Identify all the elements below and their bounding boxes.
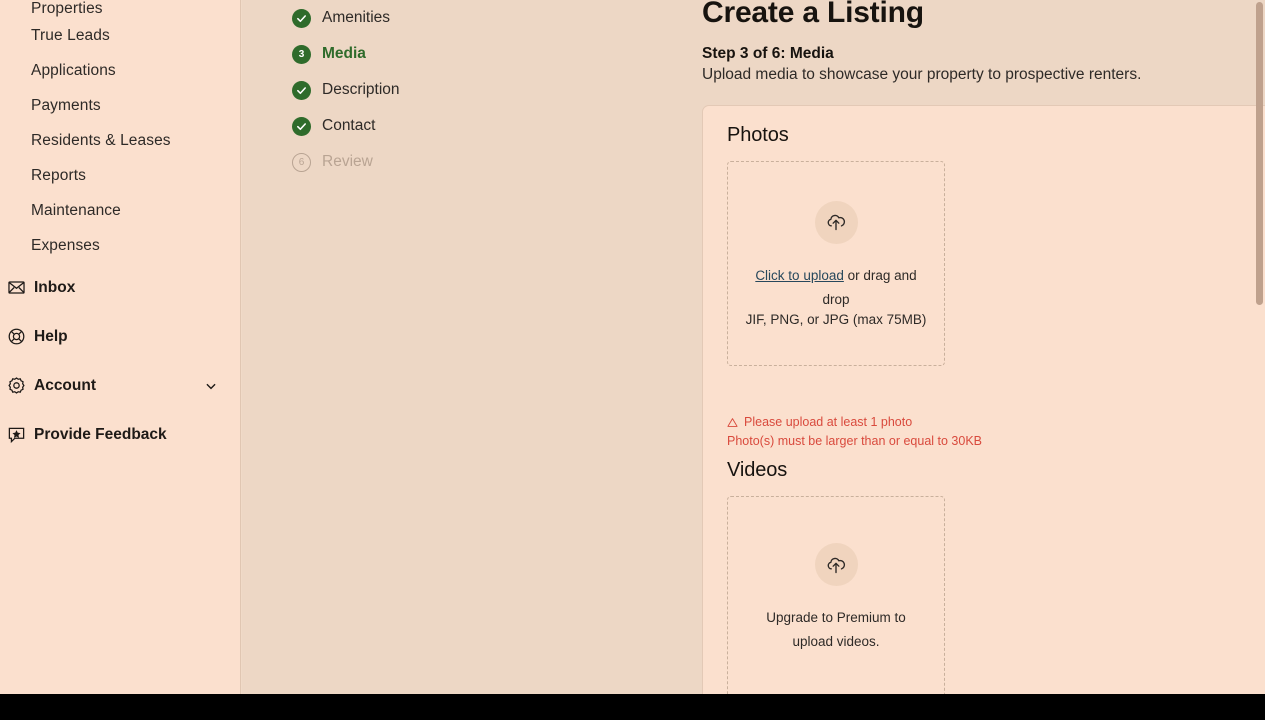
sidebar-item-inbox[interactable]: Inbox [0,263,240,312]
dropzone-instruction: Click to upload or drag and drop [749,264,924,312]
sidebar-item-label: Inbox [34,278,76,296]
step-label: Amenities [322,9,391,26]
page-title: Create a Listing [702,0,924,29]
step-item-review: 6 Review [292,144,452,180]
page-scrollbar[interactable] [1254,0,1265,694]
gear-icon [6,376,26,396]
feedback-bubble-icon [6,425,26,445]
step-item-description[interactable]: Description [292,72,452,108]
chevron-down-icon[interactable] [204,379,218,393]
media-card: Photos Click to upload or drag and drop … [702,105,1265,694]
photo-error-list: Please upload at least 1 photo Photo(s) … [727,413,1265,451]
sidebar-item-label: Applications [31,61,116,79]
step-item-contact[interactable]: Contact [292,108,452,144]
error-min-photos: Please upload at least 1 photo [727,413,1265,432]
sidebar-item-label: Reports [31,166,86,184]
step-item-media[interactable]: 3 Media [292,36,452,72]
check-icon [292,116,311,136]
sidebar-item-true-leads[interactable]: True Leads [0,18,240,53]
step-number-badge: 3 [292,44,311,64]
sidebar-item-residents-leases[interactable]: Residents & Leases [0,123,240,158]
cloud-upload-icon [814,200,858,244]
step-number-badge: 6 [292,152,311,172]
click-to-upload-link[interactable]: Click to upload [755,268,844,283]
step-label: Media [322,45,366,62]
sidebar-item-label: Payments [31,96,101,114]
error-text: Photo(s) must be larger than or equal to… [727,434,983,448]
sidebar-item-maintenance[interactable]: Maintenance [0,193,240,228]
content-band: Amenities 3 Media Description Contact 6 [242,0,1265,694]
sidebar-item-label: Residents & Leases [31,131,171,149]
photo-dropzone[interactable]: Click to upload or drag and drop JIF, PN… [727,161,945,366]
video-dropzone: Upgrade to Premium to upload videos. [727,496,945,694]
main-content: Create a Listing Step 3 of 6: Media Uplo… [702,0,1265,694]
sidebar-item-payments[interactable]: Payments [0,88,240,123]
sidebar-item-help[interactable]: Help [0,312,240,361]
step-label: Contact [322,117,376,134]
sidebar: Properties True Leads Applications Payme… [0,0,241,694]
step-label: Description [322,81,400,98]
check-icon [292,80,311,100]
step-item-amenities[interactable]: Amenities [292,0,452,36]
warning-triangle-icon [727,417,738,428]
step-description: Upload media to showcase your property t… [702,66,1142,83]
step-label: Review [322,153,373,170]
sidebar-item-label: True Leads [31,26,110,44]
listing-step-nav: Amenities 3 Media Description Contact 6 [292,0,452,180]
photo-format-note: JIF, PNG, or JPG (max 75MB) [745,311,927,327]
sidebar-item-account[interactable]: Account [0,361,240,410]
sidebar-item-label: Account [34,376,96,394]
error-min-size: Photo(s) must be larger than or equal to… [727,432,1265,451]
cloud-upload-icon [814,543,858,586]
sidebar-item-label: Provide Feedback [34,425,167,443]
life-ring-icon [6,327,26,347]
sidebar-item-label: Expenses [31,236,100,254]
sidebar-item-label: Properties [31,0,103,17]
photos-section-title: Photos [727,124,789,146]
check-icon [292,8,311,28]
app-viewport: Properties True Leads Applications Payme… [0,0,1265,694]
sidebar-item-provide-feedback[interactable]: Provide Feedback [0,410,240,459]
video-upgrade-message: Upgrade to Premium to upload videos. [766,610,906,649]
envelope-icon [6,278,26,298]
sidebar-item-reports[interactable]: Reports [0,158,240,193]
sidebar-item-expenses[interactable]: Expenses [0,228,240,263]
sidebar-item-label: Maintenance [31,201,121,219]
sidebar-item-label: Help [34,327,68,345]
videos-section-title: Videos [727,459,788,481]
step-indicator: Step 3 of 6: Media [702,45,834,62]
sidebar-item-properties[interactable]: Properties [0,0,240,18]
scrollbar-thumb[interactable] [1256,2,1263,305]
sidebar-item-applications[interactable]: Applications [0,53,240,88]
error-text: Please upload at least 1 photo [744,415,913,429]
